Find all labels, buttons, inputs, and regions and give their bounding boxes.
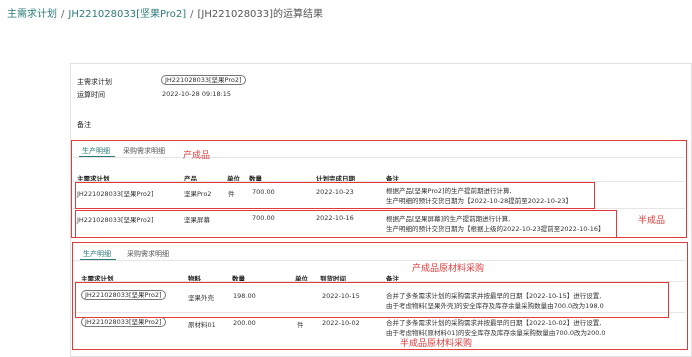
breadcrumb-current: [JH221028033]的运算结果 — [197, 9, 324, 20]
breadcrumb-root-link[interactable]: 主需求计划 — [7, 9, 57, 20]
time-value: 2022-10-28 09:18:15 — [162, 90, 232, 98]
breadcrumb-separator: / — [61, 9, 65, 20]
semi-annotation: 半成品 — [638, 216, 666, 226]
time-label: 运算时间 — [77, 91, 105, 99]
plan-label: 主需求计划 — [77, 78, 112, 86]
plan-tag[interactable]: JH221028033[坚果Pro2] — [161, 75, 246, 85]
breadcrumb-plan-link[interactable]: JH221028033[坚果Pro2] — [68, 9, 186, 20]
breadcrumb-separator: / — [190, 9, 194, 20]
finished-raw-row-highlight — [75, 282, 669, 318]
note-label: 备注 — [77, 121, 91, 129]
finished-row-highlight — [75, 182, 595, 209]
finished-annotation: 产成品 — [183, 151, 211, 161]
semi-raw-annotation: 半成品原材料采购 — [400, 339, 473, 349]
breadcrumb: 主需求计划 / JH221028033[坚果Pro2] / [JH221028033]的… — [7, 5, 323, 20]
semi-row-highlight — [75, 210, 617, 238]
finished-raw-annotation: 产成品原材料采购 — [412, 264, 485, 274]
